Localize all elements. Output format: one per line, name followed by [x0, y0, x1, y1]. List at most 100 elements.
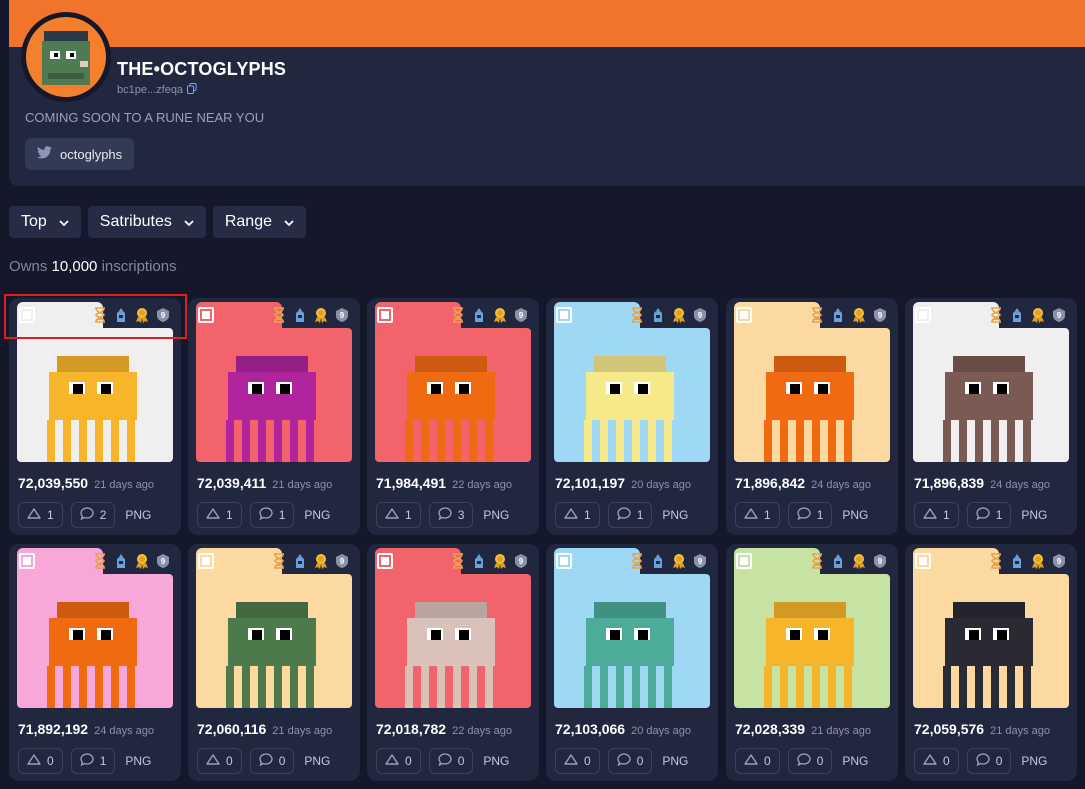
ghost-icon: [292, 307, 308, 323]
ghost-icon: [113, 553, 129, 569]
inscription-card[interactable]: 9 72,018,782 22 days ago 0 0 PNG: [367, 544, 539, 781]
chevron-down-icon: [184, 213, 194, 231]
inscription-card[interactable]: 9 71,892,192 24 days ago 0 1 PNG: [9, 544, 181, 781]
select-checkbox[interactable]: [198, 553, 214, 569]
satributes-badges: 9: [92, 307, 171, 323]
inscription-image[interactable]: [554, 328, 710, 462]
like-button[interactable]: 0: [18, 748, 63, 774]
select-checkbox[interactable]: [915, 553, 931, 569]
inscription-card[interactable]: 9 71,896,839 24 days ago 1 1 PNG: [905, 298, 1077, 535]
inscription-image[interactable]: [196, 574, 352, 708]
like-button[interactable]: 0: [197, 748, 242, 774]
comment-icon: [438, 753, 452, 769]
satributes-badges: 9: [629, 307, 708, 323]
inscription-number: 71,892,192 24 days ago: [18, 721, 155, 737]
comment-button[interactable]: 0: [249, 748, 295, 774]
like-button[interactable]: 1: [18, 502, 63, 528]
triangle-up-icon: [564, 508, 578, 522]
inscription-image[interactable]: [17, 574, 173, 708]
select-checkbox[interactable]: [736, 553, 752, 569]
triangle-up-icon: [206, 754, 220, 768]
copy-icon[interactable]: [187, 83, 197, 97]
select-checkbox[interactable]: [198, 307, 214, 323]
satributes-badges: 9: [92, 553, 171, 569]
comment-button[interactable]: 0: [787, 748, 833, 774]
select-checkbox[interactable]: [556, 307, 572, 323]
inscription-card[interactable]: 9 71,896,842 24 days ago 1 1 PNG: [726, 298, 898, 535]
inscription-card[interactable]: 9 72,059,576 21 days ago 0 0 PNG: [905, 544, 1077, 781]
like-button[interactable]: 0: [914, 748, 959, 774]
triangle-up-icon: [385, 508, 399, 522]
svg-text:9: 9: [878, 557, 883, 566]
inscription-image[interactable]: [375, 328, 531, 462]
card-stats: 1 2 PNG: [18, 502, 151, 528]
wallet-address-text: bc1pe...zfeqa: [117, 84, 184, 96]
inscription-image[interactable]: [734, 574, 890, 708]
select-checkbox[interactable]: [736, 307, 752, 323]
inscription-image[interactable]: [913, 328, 1069, 462]
inscription-image[interactable]: [734, 328, 890, 462]
range-dropdown[interactable]: Range: [212, 206, 306, 238]
shield-icon: 9: [872, 553, 888, 569]
comment-icon: [617, 753, 631, 769]
comment-icon: [80, 507, 94, 523]
shield-icon: 9: [692, 307, 708, 323]
inscription-image[interactable]: [913, 574, 1069, 708]
inscription-card[interactable]: 9 72,101,197 20 days ago 1 1 PNG: [546, 298, 718, 535]
comment-button[interactable]: 0: [607, 748, 653, 774]
comment-icon: [259, 753, 273, 769]
inscription-image[interactable]: [196, 328, 352, 462]
medal-icon: [671, 307, 687, 323]
ghost-icon: [650, 553, 666, 569]
chevron-down-icon: [59, 213, 69, 231]
comment-button[interactable]: 1: [787, 502, 833, 528]
inscription-image[interactable]: [554, 574, 710, 708]
comment-button[interactable]: 1: [607, 502, 653, 528]
inscription-age: 21 days ago: [811, 725, 872, 737]
inscription-image[interactable]: [375, 574, 531, 708]
like-button[interactable]: 1: [914, 502, 959, 528]
inscription-card[interactable]: 9 71,984,491 22 days ago 1 3 PNG: [367, 298, 539, 535]
select-checkbox[interactable]: [915, 307, 931, 323]
select-checkbox[interactable]: [19, 307, 35, 323]
comment-button[interactable]: 2: [70, 502, 116, 528]
svg-text:9: 9: [161, 557, 166, 566]
card-stats: 1 1 PNG: [914, 502, 1047, 528]
inscription-image[interactable]: [17, 328, 173, 462]
comment-button[interactable]: 1: [249, 502, 295, 528]
inscription-card[interactable]: 9 72,060,116 21 days ago 0 0 PNG: [188, 544, 360, 781]
inscription-card[interactable]: 9 72,103,066 20 days ago 0 0 PNG: [546, 544, 718, 781]
comment-button[interactable]: 1: [70, 748, 116, 774]
triangle-up-icon: [923, 508, 937, 522]
twitter-link-button[interactable]: octoglyphs: [25, 138, 135, 170]
comment-icon: [617, 507, 631, 523]
inscription-card[interactable]: 9 72,028,339 21 days ago 0 0 PNG: [726, 544, 898, 781]
comment-button[interactable]: 0: [966, 748, 1012, 774]
inscription-card[interactable]: 9 72,039,550 21 days ago 1 2 PNG: [9, 298, 181, 535]
like-button[interactable]: 0: [735, 748, 780, 774]
inscription-number: 72,039,550 21 days ago: [18, 475, 155, 491]
svg-text:9: 9: [340, 311, 345, 320]
inscription-card[interactable]: 9 72,039,411 21 days ago 1 1 PNG: [188, 298, 360, 535]
select-checkbox[interactable]: [377, 307, 393, 323]
comment-button[interactable]: 1: [966, 502, 1012, 528]
like-button[interactable]: 1: [376, 502, 421, 528]
sort-top-dropdown[interactable]: Top: [9, 206, 81, 238]
like-button[interactable]: 0: [376, 748, 421, 774]
triangle-up-icon: [564, 754, 578, 768]
comment-icon: [797, 753, 811, 769]
select-checkbox[interactable]: [377, 553, 393, 569]
like-button[interactable]: 0: [555, 748, 600, 774]
chevron-down-icon: [284, 213, 294, 231]
file-format: PNG: [662, 754, 689, 768]
comment-button[interactable]: 3: [428, 502, 474, 528]
like-button[interactable]: 1: [735, 502, 780, 528]
satributes-dropdown[interactable]: Satributes: [87, 206, 206, 238]
like-button[interactable]: 1: [197, 502, 242, 528]
medal-icon: [1030, 553, 1046, 569]
select-checkbox[interactable]: [556, 553, 572, 569]
like-button[interactable]: 1: [555, 502, 600, 528]
comment-button[interactable]: 0: [428, 748, 474, 774]
select-checkbox[interactable]: [19, 553, 35, 569]
avatar[interactable]: [21, 12, 111, 102]
